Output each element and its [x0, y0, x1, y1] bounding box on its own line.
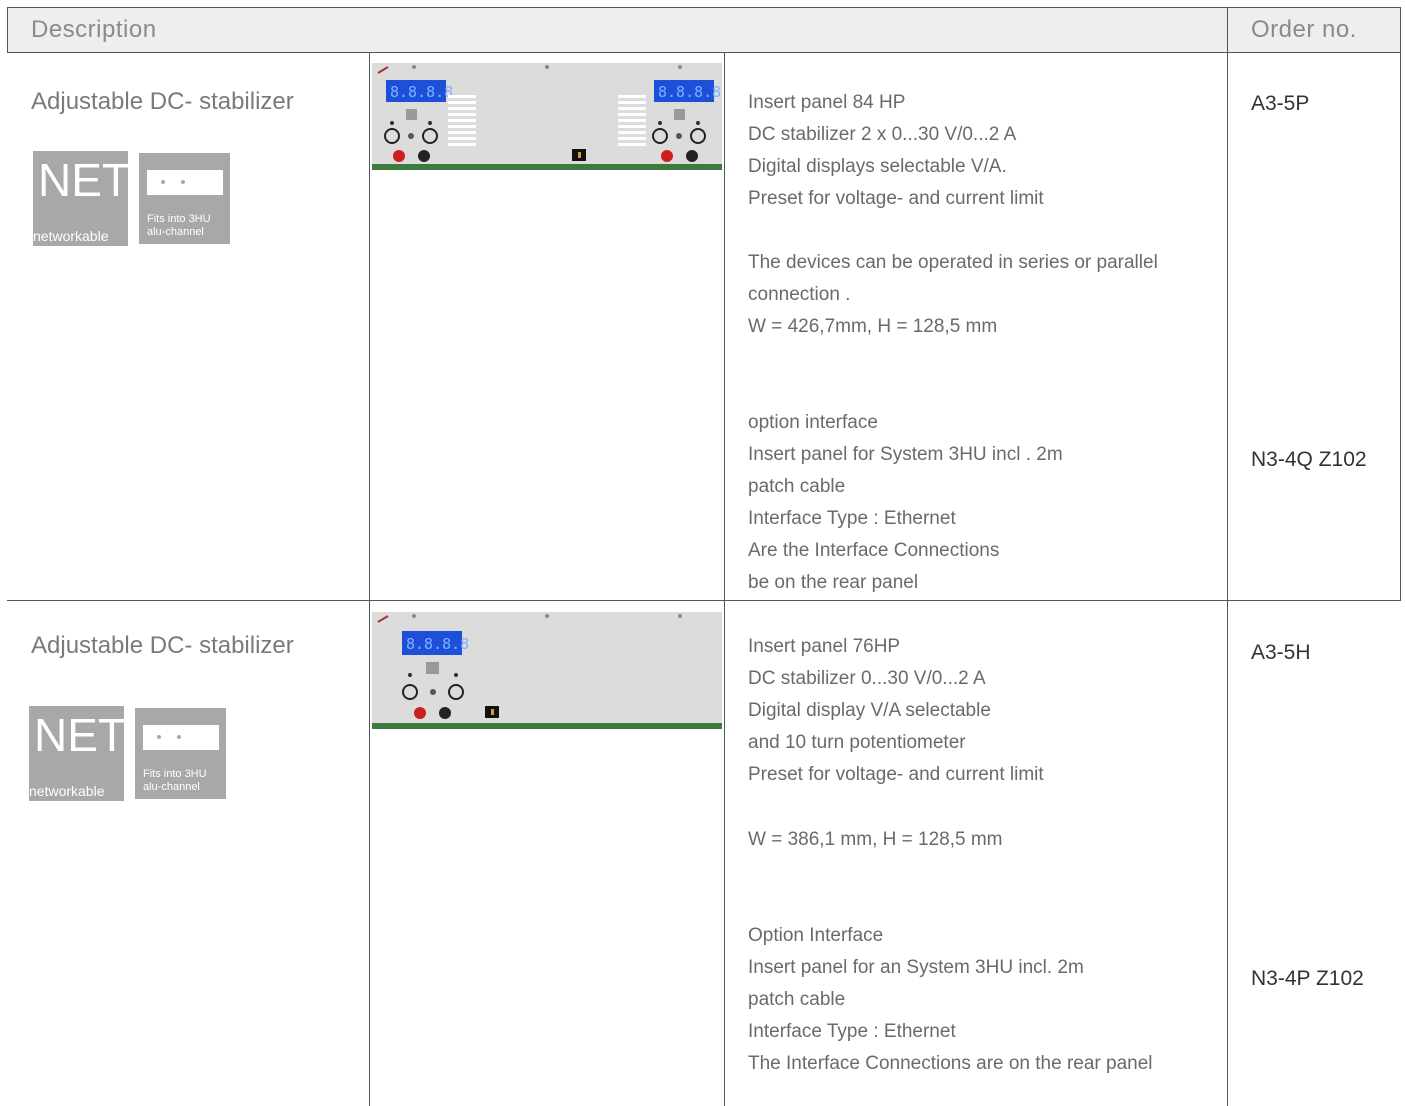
desc-line: option interface	[748, 412, 878, 433]
order-column-border	[1227, 7, 1228, 1106]
image-column-left-border	[369, 52, 370, 1106]
desc-line: Insert panel 76HP	[748, 636, 901, 657]
panel-rail	[372, 723, 722, 729]
front-panel-image-dual: 8.8.8.8 8.8.8.8	[372, 63, 722, 170]
desc-line: Preset for voltage- and current limit	[748, 764, 1044, 785]
header-description: Description	[31, 16, 157, 43]
desc-line: patch cable	[748, 476, 846, 497]
desc-line: Insert panel for an System 3HU incl. 2m	[748, 957, 1084, 978]
row-divider	[7, 600, 1401, 601]
net-badge: NET networkable	[33, 151, 130, 246]
desc-line: patch cable	[748, 989, 846, 1010]
desc-line: connection .	[748, 284, 851, 305]
fits-badge-line2: alu-channel	[143, 781, 200, 794]
desc-line: W = 426,7mm, H = 128,5 mm	[748, 316, 998, 337]
row2-order-main: A3-5H	[1251, 641, 1311, 664]
header-order-no: Order no.	[1251, 16, 1357, 43]
desc-line: Interface Type : Ethernet	[748, 1021, 956, 1042]
fits-3hu-badge: Fits into 3HU alu-channel	[139, 153, 230, 244]
fits-3hu-badge: Fits into 3HU alu-channel	[135, 708, 226, 799]
front-panel-image-single: 8.8.8.8	[372, 612, 722, 729]
row1-title: Adjustable DC- stabilizer	[31, 88, 294, 115]
desc-line: W = 386,1 mm, H = 128,5 mm	[748, 829, 1003, 850]
table-left-border	[7, 7, 8, 53]
fits-badge-line2: alu-channel	[147, 226, 204, 239]
table-header	[7, 7, 1400, 52]
alu-channel-icon	[143, 725, 219, 750]
net-badge-sublabel: networkable	[33, 228, 109, 244]
fits-badge-line1: Fits into 3HU	[143, 768, 207, 780]
desc-line: be on the rear panel	[748, 572, 919, 593]
net-badge-sublabel: networkable	[29, 783, 105, 799]
desc-line: and 10 turn potentiometer	[748, 732, 966, 753]
desc-line: Interface Type : Ethernet	[748, 508, 956, 529]
desc-line: The devices can be operated in series or…	[748, 252, 1158, 273]
header-bottom-border	[7, 52, 1401, 53]
image-column-right-border	[724, 52, 725, 1106]
table-right-border	[1400, 7, 1401, 601]
display-readout: 8.8.8.8	[390, 83, 453, 101]
desc-line: Digital display V/A selectable	[748, 700, 991, 721]
row1-order-option: N3-4Q Z102	[1251, 448, 1367, 471]
desc-line: Are the Interface Connections	[748, 540, 1000, 561]
desc-line: Insert panel for System 3HU incl . 2m	[748, 444, 1063, 465]
row2-title: Adjustable DC- stabilizer	[31, 632, 294, 659]
net-badge: NET networkable	[29, 706, 126, 801]
desc-line: Option Interface	[748, 925, 884, 946]
desc-line: The Interface Connections are on the rea…	[748, 1053, 1153, 1074]
net-badge-label: NET	[38, 154, 130, 206]
row1-order-main: A3-5P	[1251, 92, 1310, 115]
desc-line: Insert panel 84 HP	[748, 92, 906, 113]
table-top-border	[7, 7, 1401, 8]
panel-rail	[372, 164, 722, 170]
desc-line: DC stabilizer 0...30 V/0...2 A	[748, 668, 986, 689]
desc-line: Preset for voltage- and current limit	[748, 188, 1044, 209]
front-panel-drawing: 8.8.8.8 8.8.8.8	[377, 65, 721, 162]
alu-channel-icon	[147, 170, 223, 195]
desc-line: Digital displays selectable V/A.	[748, 156, 1007, 177]
net-badge-label: NET	[34, 709, 126, 761]
row2-order-option: N3-4P Z102	[1251, 967, 1364, 990]
fits-badge-line1: Fits into 3HU	[147, 213, 211, 225]
svg-text:8.8.8.8: 8.8.8.8	[406, 635, 469, 653]
desc-line: DC stabilizer 2 x 0...30 V/0...2 A	[748, 124, 1017, 145]
svg-text:8.8.8.8: 8.8.8.8	[658, 83, 721, 101]
front-panel-drawing: 8.8.8.8	[377, 614, 682, 719]
